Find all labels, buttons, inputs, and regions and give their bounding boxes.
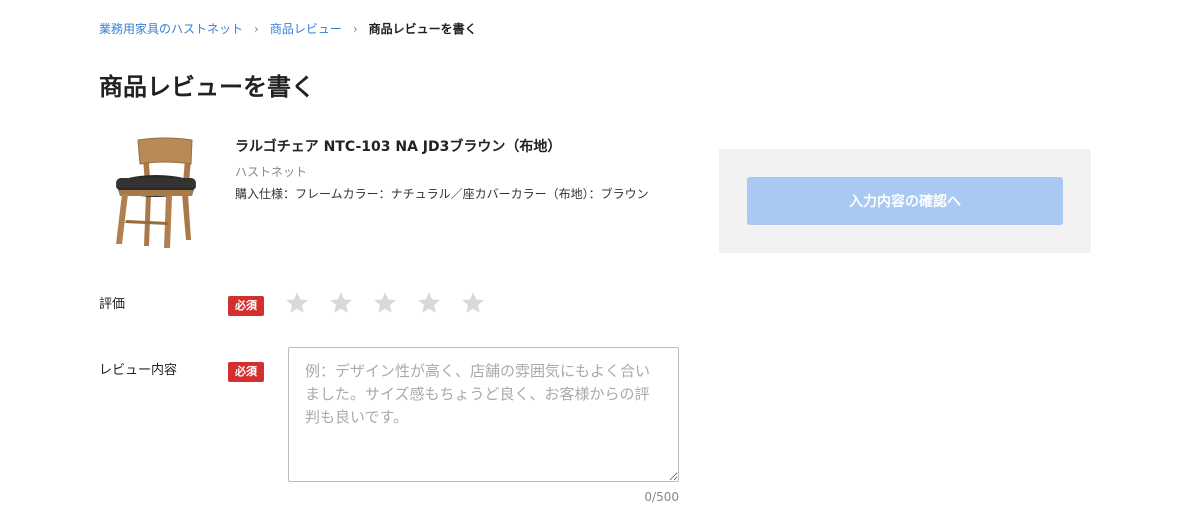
product-name: ラルゴチェア NTC-103 NA JD3ブラウン（布地） bbox=[235, 139, 562, 155]
breadcrumb-current: 商品レビューを書く bbox=[368, 22, 477, 36]
review-page: 業務用家具のハストネット › 商品レビュー › 商品レビューを書く 商品レビュー… bbox=[0, 0, 1189, 520]
star-icon[interactable] bbox=[328, 288, 372, 318]
product-spec: 購入仕様：フレームカラー：ナチュラル／座カバーカラー（布地）：ブラウン bbox=[235, 187, 649, 201]
review-label: レビュー内容 bbox=[99, 363, 178, 378]
review-textarea[interactable] bbox=[288, 347, 679, 482]
product-brand: ハストネット bbox=[235, 165, 308, 179]
page-title: 商品レビューを書く bbox=[99, 73, 315, 101]
rating-label: 評価 bbox=[99, 297, 126, 312]
chevron-right-icon: › bbox=[352, 22, 358, 36]
star-icon[interactable] bbox=[372, 288, 416, 318]
star-rating bbox=[284, 288, 504, 318]
star-icon[interactable] bbox=[284, 288, 328, 318]
star-icon[interactable] bbox=[416, 288, 460, 318]
confirm-button[interactable]: 入力内容の確認へ bbox=[747, 177, 1063, 225]
chevron-right-icon: › bbox=[254, 22, 259, 36]
breadcrumb-link-home[interactable]: 業務用家具のハストネット bbox=[99, 20, 243, 38]
char-count: 0/500 bbox=[644, 490, 679, 504]
breadcrumb: 業務用家具のハストネット › 商品レビュー › 商品レビューを書く bbox=[99, 20, 477, 38]
required-badge: 必須 bbox=[228, 296, 264, 316]
breadcrumb-link-reviews[interactable]: 商品レビュー bbox=[270, 20, 342, 38]
chair-image bbox=[108, 134, 204, 250]
required-badge: 必須 bbox=[228, 362, 264, 382]
product-info: ラルゴチェア NTC-103 NA JD3ブラウン（布地） ハストネット 購入仕… bbox=[235, 136, 675, 205]
star-icon[interactable] bbox=[460, 288, 504, 318]
confirm-panel: 入力内容の確認へ bbox=[719, 149, 1091, 253]
